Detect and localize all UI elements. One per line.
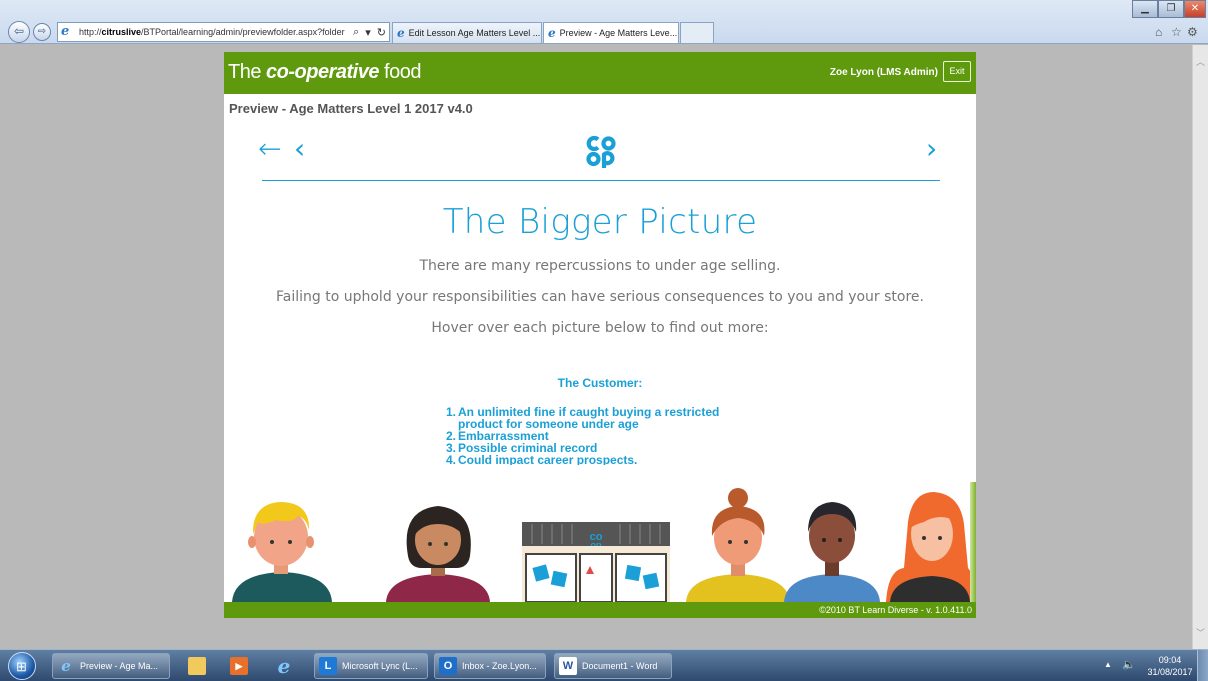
taskbar-item-ie-preview[interactable]: e Preview - Age Ma... [52,653,170,679]
intro-line-3: Hover over each picture below to find ou… [431,320,769,336]
taskbar-item-label: Preview - Age Ma... [80,661,159,671]
exit-button[interactable]: Exit [943,61,971,82]
next-chevron-icon[interactable]: › [926,132,937,165]
scroll-down-icon[interactable]: ﹀ [1196,626,1205,639]
taskbar-item-word[interactable]: W Document1 - Word [554,653,672,679]
clock-time[interactable]: 09:04 [1148,655,1192,665]
coop-header: The co-operative food Zoe Lyon (LMS Admi… [224,52,976,94]
outlook-icon: O [439,657,457,675]
tray-expand-icon[interactable]: ▲ [1104,660,1112,669]
gear-icon[interactable]: ⚙ [1187,25,1198,39]
previous-chevron-icon[interactable]: ‹ [294,132,305,165]
ie-icon: e [548,26,556,40]
ie-icon: e [277,654,291,678]
url-text[interactable]: http://citruslive/BTPortal/learning/admi… [79,27,350,37]
new-tab-button[interactable] [680,22,714,43]
browser-chrome: ⇦ ⇨ e http://citruslive/BTPortal/learnin… [0,0,1208,44]
show-desktop-button[interactable] [1197,650,1208,681]
page-title: Preview - Age Matters Level 1 2017 v4.0 [229,101,473,116]
windows-taskbar: ⊞ e Preview - Age Ma... ▶ e L Microsoft … [0,649,1208,681]
taskbar-item-outlook[interactable]: O Inbox - Zoe.Lyon... [434,653,546,679]
favorites-star-icon[interactable]: ☆ [1171,25,1182,39]
media-player-icon: ▶ [230,657,248,675]
taskbar-item-lync[interactable]: L Microsoft Lync (L... [314,653,428,679]
ie-icon: e [397,26,405,40]
clock-date[interactable]: 31/08/2017 [1143,667,1197,677]
person-manager[interactable] [784,502,880,602]
characters-illustration: co op [232,488,973,602]
ie-icon: e [61,24,70,39]
list-item: 1. An unlimited fine if caught buying a r… [446,405,720,431]
minimize-button[interactable]: ▁ [1132,0,1158,18]
decorative-edge [970,482,976,602]
coop-clover-logo [586,135,616,168]
user-name: Zoe Lyon (LMS Admin) [829,67,938,78]
person-cashier[interactable] [886,492,973,602]
back-arrow-icon: ⇦ [13,24,25,38]
taskbar-item-label: Document1 - Word [582,661,658,671]
slide-title: The Bigger Picture [442,202,758,242]
person-customer[interactable] [232,502,332,602]
person-colleague[interactable] [686,488,790,602]
tab-preview[interactable]: e Preview - Age Matters Leve... × [543,22,679,43]
coop-store-illustration[interactable]: co op [522,522,670,602]
address-bar[interactable]: e http://citruslive/BTPortal/learning/ad… [57,22,390,42]
customer-consequences-list: 1. An unlimited fine if caught buying a r… [446,406,766,466]
back-arrow-icon[interactable]: ← [258,132,281,165]
scroll-up-icon[interactable]: ︿ [1196,55,1205,68]
taskbar-item-label: Inbox - Zoe.Lyon... [462,661,537,671]
lync-icon: L [319,657,337,675]
vertical-scrollbar[interactable]: ︿ ﹀ [1192,45,1208,649]
list-mask [424,465,784,475]
windows-logo-icon: ⊞ [16,659,27,674]
intro-line-2: Failing to uphold your responsibilities … [276,289,924,305]
taskbar-media-button[interactable]: ▶ [222,653,256,679]
footer-bar: ©2010 BT Learn Diverse - v. 1.0.411.0 [224,602,976,618]
ie-icon: e [61,657,71,675]
speaker-icon[interactable]: 🔈 [1122,658,1136,671]
taskbar-item-label: Microsoft Lync (L... [342,661,418,671]
start-button[interactable]: ⊞ [8,652,36,680]
dropdown-arrow-icon[interactable]: ▾ [362,26,374,39]
refresh-icon[interactable]: ↻ [374,26,389,39]
home-icon[interactable]: ⌂ [1155,25,1162,39]
taskbar-explorer-button[interactable] [180,653,214,679]
copyright-text: ©2010 BT Learn Diverse - v. 1.0.411.0 [819,605,972,615]
coop-food-logo: The co-operative food [228,61,421,83]
tab-label: Preview - Age Matters Leve... [559,28,678,38]
back-button[interactable]: ⇦ [8,21,30,43]
tab-label: Edit Lesson Age Matters Level ... [408,28,541,38]
tab-edit-lesson[interactable]: e Edit Lesson Age Matters Level ... [392,22,542,43]
taskbar-ie-button[interactable]: e [264,653,304,679]
forward-button[interactable]: ⇨ [33,23,51,41]
person-customer-2[interactable] [386,506,490,602]
intro-line-1: There are many repercussions to under ag… [419,258,781,274]
header-divider [262,180,940,181]
folder-icon [188,657,206,675]
forward-arrow-icon: ⇨ [37,26,47,37]
customer-heading: The Customer: [557,376,643,390]
close-window-button[interactable]: ✕ [1184,0,1206,18]
course-preview-frame: The co-operative food Zoe Lyon (LMS Admi… [224,52,976,618]
maximize-button[interactable]: ❐ [1158,0,1184,18]
word-icon: W [559,657,577,675]
search-icon[interactable]: ⌕ [350,26,362,39]
